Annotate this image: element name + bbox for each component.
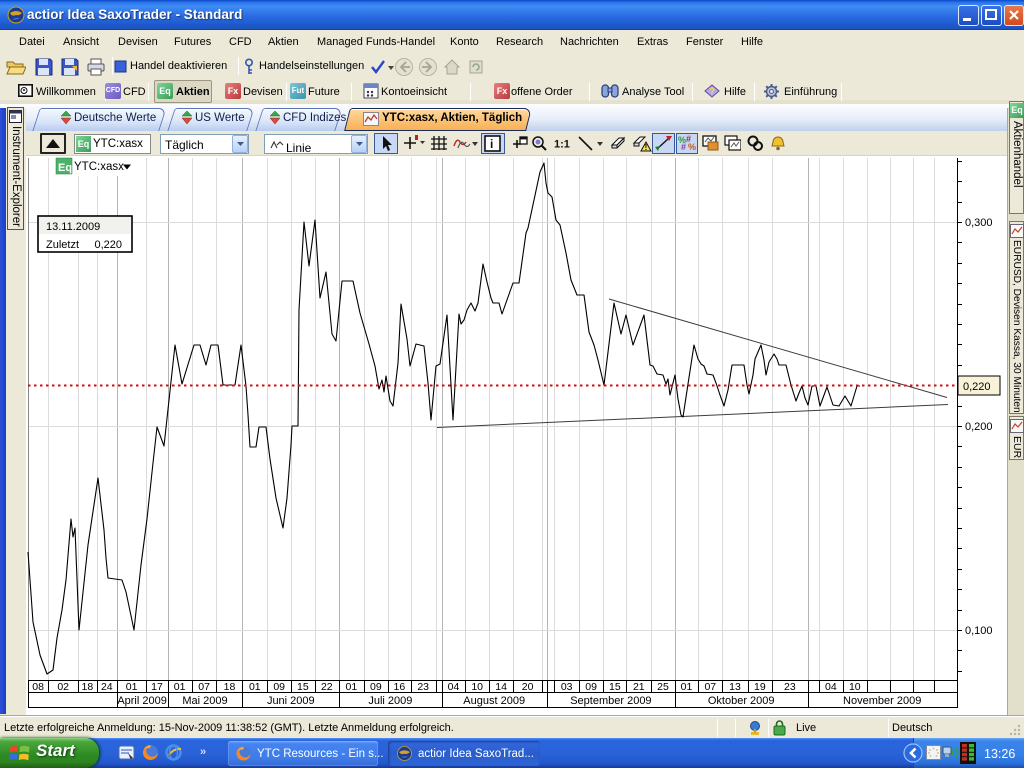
svg-text:04: 04 bbox=[448, 681, 460, 693]
svg-text:16: 16 bbox=[394, 681, 406, 693]
svg-text:September 2009: September 2009 bbox=[570, 695, 651, 707]
svg-text:%: % bbox=[688, 142, 696, 152]
svg-text:18: 18 bbox=[82, 681, 94, 693]
svg-text:0,220: 0,220 bbox=[94, 239, 122, 251]
svg-text:02: 02 bbox=[57, 681, 69, 693]
svg-text:08: 08 bbox=[32, 681, 44, 693]
svg-text:22: 22 bbox=[321, 681, 333, 693]
svg-text:November 2009: November 2009 bbox=[843, 695, 921, 707]
svg-text:03: 03 bbox=[561, 681, 573, 693]
svg-text:21: 21 bbox=[633, 681, 645, 693]
svg-text:Oktober 2009: Oktober 2009 bbox=[708, 695, 775, 707]
svg-text:15: 15 bbox=[609, 681, 621, 693]
svg-text:01: 01 bbox=[174, 681, 186, 693]
svg-text:0,300: 0,300 bbox=[965, 217, 993, 229]
svg-text:Juli 2009: Juli 2009 bbox=[368, 695, 412, 707]
svg-text:18: 18 bbox=[224, 681, 236, 693]
svg-text:0,220: 0,220 bbox=[963, 381, 991, 393]
svg-text:25: 25 bbox=[657, 681, 669, 693]
svg-text:YTC:xasx: YTC:xasx bbox=[74, 161, 124, 173]
svg-text:24: 24 bbox=[101, 681, 113, 693]
svg-text:17: 17 bbox=[151, 681, 163, 693]
svg-text:10: 10 bbox=[471, 681, 483, 693]
svg-text:09: 09 bbox=[585, 681, 597, 693]
svg-text:07: 07 bbox=[704, 681, 716, 693]
svg-text:0,100: 0,100 bbox=[965, 625, 993, 637]
svg-text:Eq: Eq bbox=[58, 162, 72, 174]
svg-text:01: 01 bbox=[126, 681, 138, 693]
svg-text:13.11.2009: 13.11.2009 bbox=[46, 221, 100, 233]
svg-text:Zuletzt: Zuletzt bbox=[46, 239, 79, 251]
svg-text:07: 07 bbox=[198, 681, 210, 693]
svg-text:15: 15 bbox=[297, 681, 309, 693]
svg-text:23: 23 bbox=[784, 681, 796, 693]
svg-text:1:1: 1:1 bbox=[554, 139, 570, 151]
svg-text:Juni 2009: Juni 2009 bbox=[267, 695, 315, 707]
svg-text:i: i bbox=[490, 137, 493, 151]
svg-text:19: 19 bbox=[754, 681, 766, 693]
svg-text:?: ? bbox=[710, 86, 716, 96]
svg-text:14: 14 bbox=[495, 681, 507, 693]
svg-text:13: 13 bbox=[729, 681, 741, 693]
svg-text:09: 09 bbox=[273, 681, 285, 693]
svg-text:01: 01 bbox=[346, 681, 358, 693]
svg-text:20: 20 bbox=[522, 681, 534, 693]
svg-text:August 2009: August 2009 bbox=[463, 695, 525, 707]
svg-text:April 2009: April 2009 bbox=[117, 695, 167, 707]
svg-text:01: 01 bbox=[681, 681, 693, 693]
svg-text:10: 10 bbox=[849, 681, 861, 693]
svg-text:04: 04 bbox=[825, 681, 837, 693]
svg-text:01: 01 bbox=[249, 681, 261, 693]
svg-text:0,200: 0,200 bbox=[965, 421, 993, 433]
svg-text:#: # bbox=[681, 142, 686, 152]
svg-text:09: 09 bbox=[370, 681, 382, 693]
svg-text:Mai 2009: Mai 2009 bbox=[182, 695, 227, 707]
svg-text:!: ! bbox=[645, 143, 648, 152]
svg-text:23: 23 bbox=[417, 681, 429, 693]
